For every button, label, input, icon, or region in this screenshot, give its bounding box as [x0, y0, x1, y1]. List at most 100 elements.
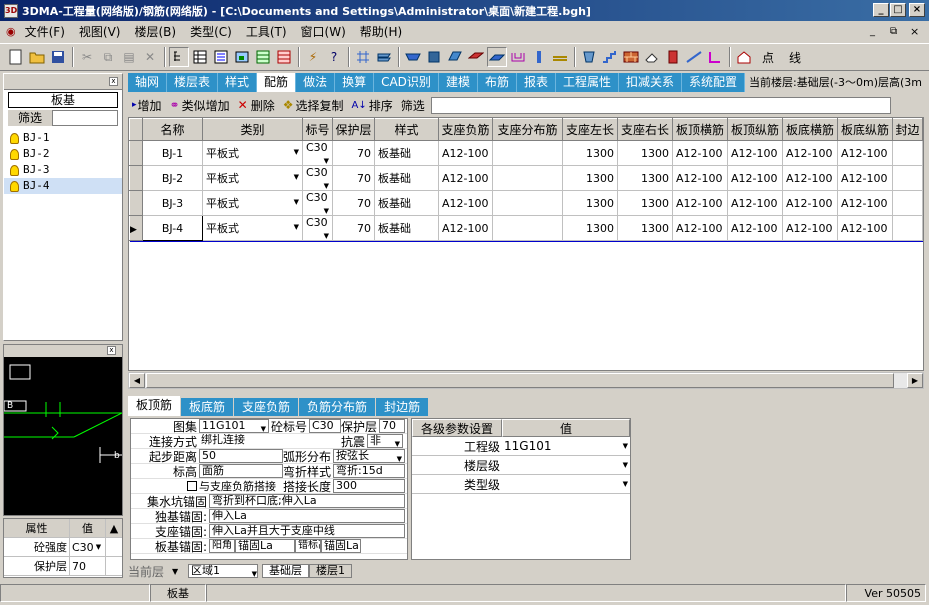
- home-icon[interactable]: [734, 47, 754, 67]
- brick-icon[interactable]: [621, 47, 641, 67]
- tab-system-config[interactable]: 系统配置: [682, 73, 746, 92]
- properties-icon[interactable]: [211, 47, 231, 67]
- grid-cell[interactable]: A12-100: [672, 215, 728, 241]
- beam-icon[interactable]: [403, 47, 423, 67]
- add-button[interactable]: ▸ 增加: [128, 95, 166, 115]
- grid-cell[interactable]: 板基础: [374, 140, 439, 166]
- grid-cell[interactable]: A12-100: [672, 140, 728, 166]
- table-view-icon[interactable]: [190, 47, 210, 67]
- grid-cell[interactable]: C30 ▼: [302, 190, 333, 216]
- support-anchor-value[interactable]: 伸入La并且大于支座中线: [209, 524, 405, 538]
- grid-cell[interactable]: [892, 190, 923, 216]
- col-header[interactable]: 封边: [892, 118, 923, 141]
- tab-method[interactable]: 做法: [296, 73, 336, 92]
- point-mode-button[interactable]: 点: [755, 47, 781, 67]
- tab-style[interactable]: 样式: [218, 73, 258, 92]
- menu-help[interactable]: 帮助(H): [353, 23, 409, 40]
- similar-add-button[interactable]: ⚭ 类似增加: [166, 95, 234, 115]
- tab-rebar-layout[interactable]: 布筋: [478, 73, 517, 92]
- grade-select[interactable]: C30▼: [309, 419, 341, 433]
- col-header[interactable]: 样式: [374, 118, 439, 141]
- bend-style-value[interactable]: 弯折:15d: [333, 464, 405, 478]
- grid-cell[interactable]: A12-100: [782, 190, 838, 216]
- col-header[interactable]: 板顶纵筋: [727, 118, 783, 141]
- menu-tools[interactable]: 工具(T): [239, 23, 294, 40]
- grid-cell[interactable]: 1300: [562, 190, 618, 216]
- mdi-close-button[interactable]: ×: [910, 25, 919, 38]
- atlas-select[interactable]: 11G101 ▼: [199, 419, 269, 433]
- new-file-icon[interactable]: [6, 47, 26, 67]
- grid-cell[interactable]: BJ-1: [142, 140, 203, 166]
- close-button[interactable]: ×: [909, 3, 925, 17]
- grid-cell[interactable]: 平板式 ▼: [202, 215, 303, 241]
- grid-cell[interactable]: 1300: [562, 140, 618, 166]
- grid-cell[interactable]: [892, 140, 923, 166]
- grid-cell[interactable]: A12-100: [837, 140, 893, 166]
- cut-icon[interactable]: ✂: [77, 47, 97, 67]
- tab-convert[interactable]: 换算: [335, 73, 375, 92]
- grid-cell[interactable]: [492, 190, 563, 216]
- region-select[interactable]: 区域1 ▼: [188, 564, 258, 578]
- door-icon[interactable]: [663, 47, 683, 67]
- grid-cell[interactable]: A12-100: [837, 165, 893, 191]
- grid-cell[interactable]: 1300: [562, 165, 618, 191]
- delete-button[interactable]: ✕ 删除: [234, 95, 279, 115]
- row-header[interactable]: [129, 140, 143, 166]
- cell-dropdown-icon[interactable]: ▼: [294, 198, 299, 206]
- tree-item[interactable]: BJ-2: [4, 146, 122, 162]
- grid-cell[interactable]: 板基础: [374, 215, 439, 241]
- grid-cell[interactable]: 1300: [617, 215, 673, 241]
- grid-cell[interactable]: BJ-3: [142, 190, 203, 216]
- grid-cell[interactable]: A12-100: [672, 165, 728, 191]
- grid-cell[interactable]: A12-100: [727, 165, 783, 191]
- grid-hscrollbar[interactable]: ◀ ▶: [128, 372, 924, 389]
- col-header[interactable]: 板底纵筋: [837, 118, 893, 141]
- grid-cell[interactable]: 平板式 ▼: [202, 140, 303, 166]
- pit-icon[interactable]: [508, 47, 528, 67]
- sheet-tab-floor1[interactable]: 楼层1: [309, 564, 352, 578]
- grid-cell[interactable]: A12-100: [438, 190, 493, 216]
- cover-input[interactable]: 70: [379, 419, 405, 433]
- grid-row[interactable]: BJ-1 平板式 ▼ C30 ▼ 70 板基础 A12-100 1300 1300 A12-100 A…: [129, 140, 923, 166]
- grid-cell[interactable]: A12-100: [438, 140, 493, 166]
- grid-cell[interactable]: 1300: [617, 140, 673, 166]
- grid-cell[interactable]: A12-100: [438, 165, 493, 191]
- tab-bottom-rebar[interactable]: 板底筋: [181, 398, 234, 416]
- line-mode-button[interactable]: 线: [782, 47, 808, 67]
- tab-modeling[interactable]: 建模: [439, 73, 478, 92]
- tab-floor-table[interactable]: 楼层表: [167, 73, 219, 92]
- grid-cell[interactable]: A12-100: [672, 190, 728, 216]
- grid-cell[interactable]: 70: [332, 165, 375, 191]
- preview-viewport[interactable]: x B b: [3, 344, 123, 516]
- eraser-icon[interactable]: [642, 47, 662, 67]
- menu-type[interactable]: 类型(C): [183, 23, 239, 40]
- lap-length-input[interactable]: 300: [333, 479, 405, 493]
- sort-button[interactable]: A↓ 排序: [347, 95, 396, 115]
- paste-icon[interactable]: ▤: [119, 47, 139, 67]
- layers-icon[interactable]: [374, 47, 394, 67]
- stair-icon[interactable]: [600, 47, 620, 67]
- grid-cell[interactable]: [492, 215, 563, 241]
- grid-cell[interactable]: 1300: [617, 165, 673, 191]
- foundation-slab-icon[interactable]: [487, 47, 507, 67]
- param-value-select[interactable]: ▼: [502, 456, 630, 474]
- tree-item[interactable]: BJ-1: [4, 130, 122, 146]
- grid-row[interactable]: BJ-3 平板式 ▼ C30 ▼ 70 板基础 A12-100 1300 1300 A12-100 A…: [129, 190, 923, 216]
- menu-file[interactable]: 文件(F): [18, 23, 72, 40]
- slab-icon[interactable]: [466, 47, 486, 67]
- scroll-up-icon[interactable]: ▲: [106, 519, 122, 537]
- single-anchor-value[interactable]: 伸入La: [209, 509, 405, 523]
- cell-dropdown-icon[interactable]: ▼: [294, 223, 299, 231]
- row-header[interactable]: [129, 165, 143, 191]
- grid-cell[interactable]: C30 ▼: [302, 140, 333, 166]
- grid-cell[interactable]: [492, 140, 563, 166]
- minimize-button[interactable]: _: [873, 3, 889, 17]
- param-value-select[interactable]: ▼: [502, 475, 630, 493]
- grid-cell[interactable]: A12-100: [782, 165, 838, 191]
- menu-window[interactable]: 窗口(W): [294, 23, 353, 40]
- tab-top-rebar[interactable]: 板顶筋: [128, 396, 181, 416]
- grid-cell[interactable]: BJ-2: [142, 165, 203, 191]
- connection-value[interactable]: 绑扎连接: [199, 434, 339, 448]
- viewport-close-icon[interactable]: x: [107, 346, 116, 355]
- ramp-icon[interactable]: [684, 47, 704, 67]
